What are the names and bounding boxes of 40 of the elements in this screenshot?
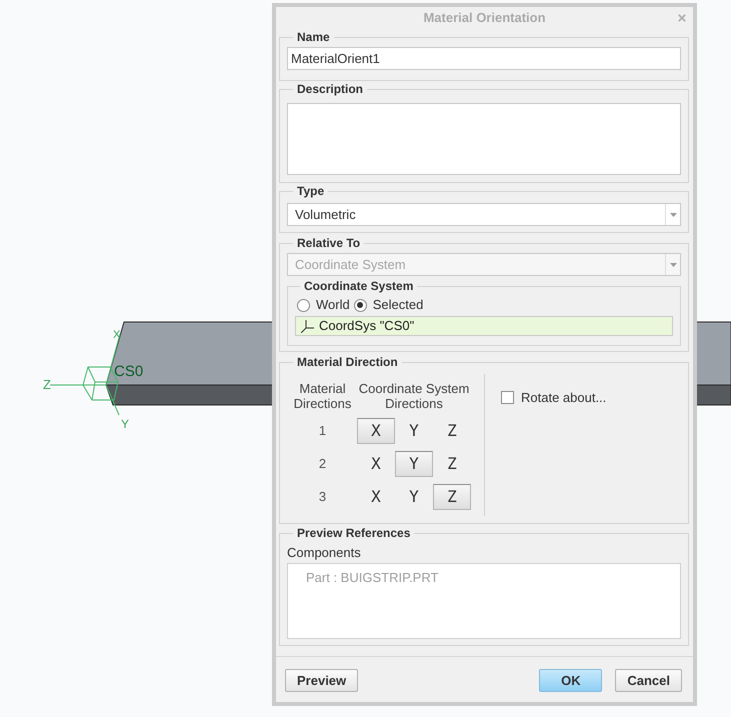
row-number: 1	[318, 422, 328, 440]
csys-label: CS0	[114, 364, 144, 379]
axis-toggle[interactable]: Z	[433, 451, 471, 477]
caret-icon	[670, 212, 676, 216]
group-title: Material Direction	[296, 355, 399, 369]
group-title: Name	[296, 30, 331, 44]
axis-toggle[interactable]: Y	[395, 451, 433, 477]
caret-icon	[670, 262, 676, 266]
group-title: Preview References	[296, 526, 412, 540]
axis-label: Y	[121, 418, 130, 430]
description-field[interactable]	[287, 103, 681, 175]
checkbox-option[interactable]: Rotate about...	[501, 388, 606, 408]
axis-toggle[interactable]: Y	[395, 418, 433, 444]
axis-label: Z	[43, 378, 51, 391]
group-title: Description	[296, 82, 364, 96]
axis-label: X	[113, 330, 120, 341]
axis-toggle[interactable]: X	[357, 418, 395, 444]
window-title: Material Orientation	[423, 8, 546, 27]
row-number: 2	[318, 455, 328, 474]
axis-toggle[interactable]: X	[357, 484, 395, 510]
column-header: Coordinate System Directions	[358, 381, 470, 411]
components-label: Components	[287, 546, 361, 560]
checkbox[interactable]	[501, 391, 514, 404]
axis-toggle[interactable]: Z	[433, 484, 471, 510]
close-button[interactable]	[678, 14, 686, 22]
dialog-button[interactable]: Cancel	[615, 669, 682, 692]
axes-icon	[301, 320, 314, 332]
axis-toggle[interactable]: Y	[395, 484, 433, 510]
row-number: 3	[318, 488, 328, 506]
axis-toggle[interactable]: Z	[433, 418, 471, 444]
group-title: Relative To	[296, 236, 362, 250]
close-icon	[678, 14, 686, 22]
axis-toggle[interactable]: X	[357, 451, 395, 477]
group-title: Coordinate System	[303, 279, 414, 293]
column-header: Material Directions	[292, 381, 352, 411]
group-title: Type	[296, 184, 326, 198]
dialog-button[interactable]: OK	[539, 669, 602, 692]
dialog-button[interactable]: Preview	[285, 669, 358, 692]
name-input-field[interactable]: MaterialOrient1	[287, 47, 681, 70]
type-dropdown[interactable]: Volumetric	[287, 203, 681, 226]
